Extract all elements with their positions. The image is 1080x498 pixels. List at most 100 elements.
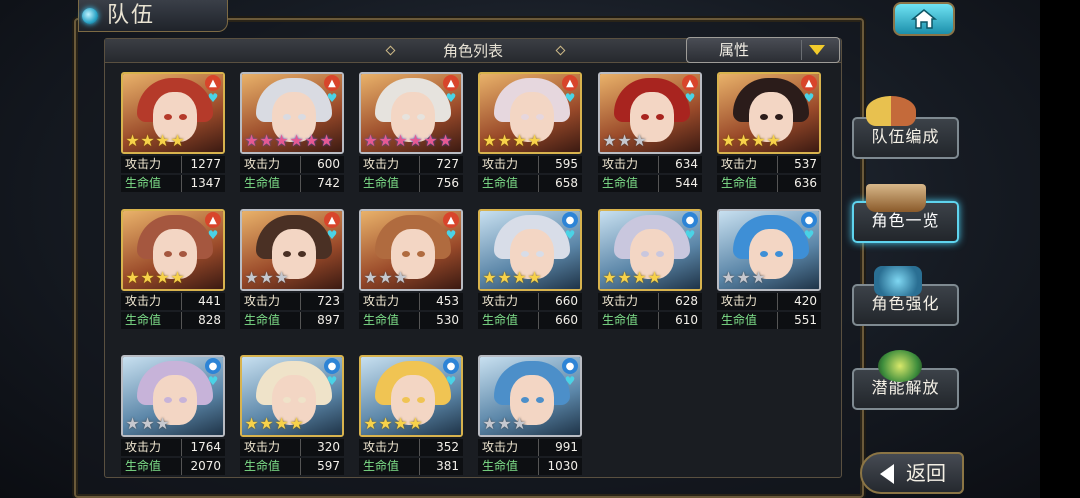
star-icon: ★ — [527, 131, 542, 150]
attack-value: 727 — [419, 156, 459, 173]
star-icon: ★ — [512, 414, 527, 433]
star-icon: ★ — [378, 131, 393, 150]
character-card[interactable]: ▲ ♥ ★ ★ ★ ★ 攻击力 537 生命值 636 — [717, 72, 821, 192]
favorite-heart-icon: ♥ — [684, 228, 696, 242]
star-icon: ★ — [602, 131, 617, 150]
star-icon: ★ — [393, 131, 408, 150]
character-card[interactable]: ▲ ♥ ★ ★ ★ ★ 攻击力 441 生命值 828 — [121, 209, 225, 329]
character-portrait: ● ♥ ★ ★ ★ — [478, 355, 582, 437]
character-card[interactable]: ● ♥ ★ ★ ★ ★ 攻击力 352 生命值 381 — [359, 355, 463, 478]
hp-value: 828 — [181, 312, 221, 329]
character-card[interactable]: ▲ ♥ ★ ★ ★ ★ ★ ★ 攻击力 600 生命值 742 — [240, 72, 344, 192]
hp-value: 742 — [300, 175, 340, 192]
character-card[interactable]: ● ♥ ★ ★ ★ ★ 攻击力 660 生命值 660 — [478, 209, 582, 329]
attack-value: 1277 — [181, 156, 221, 173]
side-menu-label: 队伍编成 — [871, 127, 940, 146]
character-card[interactable]: ● ♥ ★ ★ ★ 攻击力 1764 生命值 2070 — [121, 355, 225, 478]
rarity-stars: ★ ★ ★ ★ — [244, 416, 304, 434]
character-card[interactable]: ▲ ♥ ★ ★ ★ 攻击力 723 生命值 897 — [240, 209, 344, 329]
character-card[interactable]: ▲ ♥ ★ ★ ★ 攻击力 634 生命值 544 — [598, 72, 702, 192]
hp-value: 551 — [777, 312, 817, 329]
character-portrait: ▲ ♥ ★ ★ ★ ★ — [717, 72, 821, 154]
rarity-stars: ★ ★ ★ — [125, 416, 170, 434]
star-icon: ★ — [736, 268, 751, 287]
hp-label: 生命值 — [721, 313, 758, 327]
character-portrait: ● ♥ ★ ★ ★ ★ — [240, 355, 344, 437]
home-button[interactable] — [893, 2, 955, 36]
hp-label: 生命值 — [244, 459, 281, 473]
potential-eye-icon — [878, 350, 922, 382]
character-eye — [521, 397, 529, 403]
attack-label: 攻击力 — [125, 294, 162, 308]
hp-label: 生命值 — [482, 176, 519, 190]
hp-label: 生命值 — [244, 313, 281, 327]
star-icon: ★ — [721, 131, 736, 150]
character-eye — [164, 114, 172, 120]
hp-value: 544 — [658, 175, 698, 192]
hp-label: 生命值 — [602, 176, 639, 190]
back-button[interactable]: 返回 — [860, 452, 964, 494]
character-card[interactable]: ▲ ♥ ★ ★ ★ ★ 攻击力 1277 生命值 1347 — [121, 72, 225, 192]
hp-label: 生命值 — [363, 459, 400, 473]
hp-stat: 生命值 828 — [121, 312, 225, 329]
attack-label: 攻击力 — [125, 157, 162, 171]
attack-stat: 攻击力 453 — [359, 293, 463, 310]
fire-element-icon: ▲ — [205, 212, 221, 228]
rarity-stars: ★ ★ ★ ★ — [363, 416, 423, 434]
star-icon: ★ — [497, 414, 512, 433]
attack-value: 600 — [300, 156, 340, 173]
character-card[interactable]: ● ♥ ★ ★ ★ ★ 攻击力 320 生命值 597 — [240, 355, 344, 478]
attack-label: 攻击力 — [363, 294, 400, 308]
character-card[interactable]: ● ♥ ★ ★ ★ 攻击力 991 生命值 1030 — [478, 355, 582, 478]
side-menu-label: 角色一览 — [871, 211, 940, 230]
water-element-icon: ● — [682, 212, 698, 228]
rarity-stars: ★ ★ ★ ★ ★ ★ — [363, 133, 453, 151]
character-eye — [402, 251, 410, 257]
attribute-filter-dropdown[interactable]: 属性 — [686, 37, 840, 63]
character-eye — [179, 251, 187, 257]
star-icon: ★ — [408, 131, 423, 150]
attack-value: 537 — [777, 156, 817, 173]
rarity-stars: ★ ★ ★ ★ — [602, 270, 662, 288]
hp-stat: 生命值 2070 — [121, 458, 225, 475]
character-card[interactable]: ▲ ♥ ★ ★ ★ 攻击力 453 生命值 530 — [359, 209, 463, 329]
attack-label: 攻击力 — [363, 440, 400, 454]
favorite-heart-icon: ♥ — [445, 228, 457, 242]
character-eye — [536, 114, 544, 120]
attack-value: 628 — [658, 293, 698, 310]
star-icon: ★ — [482, 131, 497, 150]
rarity-stars: ★ ★ ★ — [721, 270, 766, 288]
star-icon: ★ — [378, 414, 393, 433]
character-eye — [283, 114, 291, 120]
screen-title: 队伍 — [107, 3, 156, 28]
character-portrait: ● ♥ ★ ★ ★ ★ — [598, 209, 702, 291]
favorite-heart-icon: ♥ — [564, 228, 576, 242]
hp-label: 生命值 — [244, 176, 281, 190]
star-icon: ★ — [512, 131, 527, 150]
character-card[interactable]: ▲ ♥ ★ ★ ★ ★ ★ ★ 攻击力 727 生命值 756 — [359, 72, 463, 192]
attribute-filter-label: 属性 — [719, 41, 750, 59]
water-element-icon: ● — [324, 358, 340, 374]
character-portrait: ● ♥ ★ ★ ★ — [717, 209, 821, 291]
favorite-heart-icon: ♥ — [803, 91, 815, 105]
favorite-heart-icon: ♥ — [445, 91, 457, 105]
attack-value: 991 — [538, 439, 578, 456]
character-card[interactable]: ● ♥ ★ ★ ★ 攻击力 420 生命值 551 — [717, 209, 821, 329]
attack-value: 453 — [419, 293, 459, 310]
character-card[interactable]: ▲ ♥ ★ ★ ★ ★ 攻击力 595 生命值 658 — [478, 72, 582, 192]
character-eye — [298, 397, 306, 403]
favorite-heart-icon: ♥ — [445, 374, 457, 388]
attack-stat: 攻击力 1764 — [121, 439, 225, 456]
attack-label: 攻击力 — [721, 294, 758, 308]
rarity-stars: ★ ★ ★ ★ — [125, 270, 185, 288]
rarity-stars: ★ ★ ★ ★ ★ ★ — [244, 133, 334, 151]
star-icon: ★ — [274, 131, 289, 150]
favorite-heart-icon: ♥ — [326, 374, 338, 388]
attack-stat: 攻击力 628 — [598, 293, 702, 310]
character-card[interactable]: ● ♥ ★ ★ ★ ★ 攻击力 628 生命值 610 — [598, 209, 702, 329]
fire-element-icon: ▲ — [324, 75, 340, 91]
back-button-label: 返回 — [906, 461, 946, 485]
star-icon: ★ — [140, 268, 155, 287]
attack-label: 攻击力 — [244, 157, 281, 171]
hp-value: 381 — [419, 458, 459, 475]
